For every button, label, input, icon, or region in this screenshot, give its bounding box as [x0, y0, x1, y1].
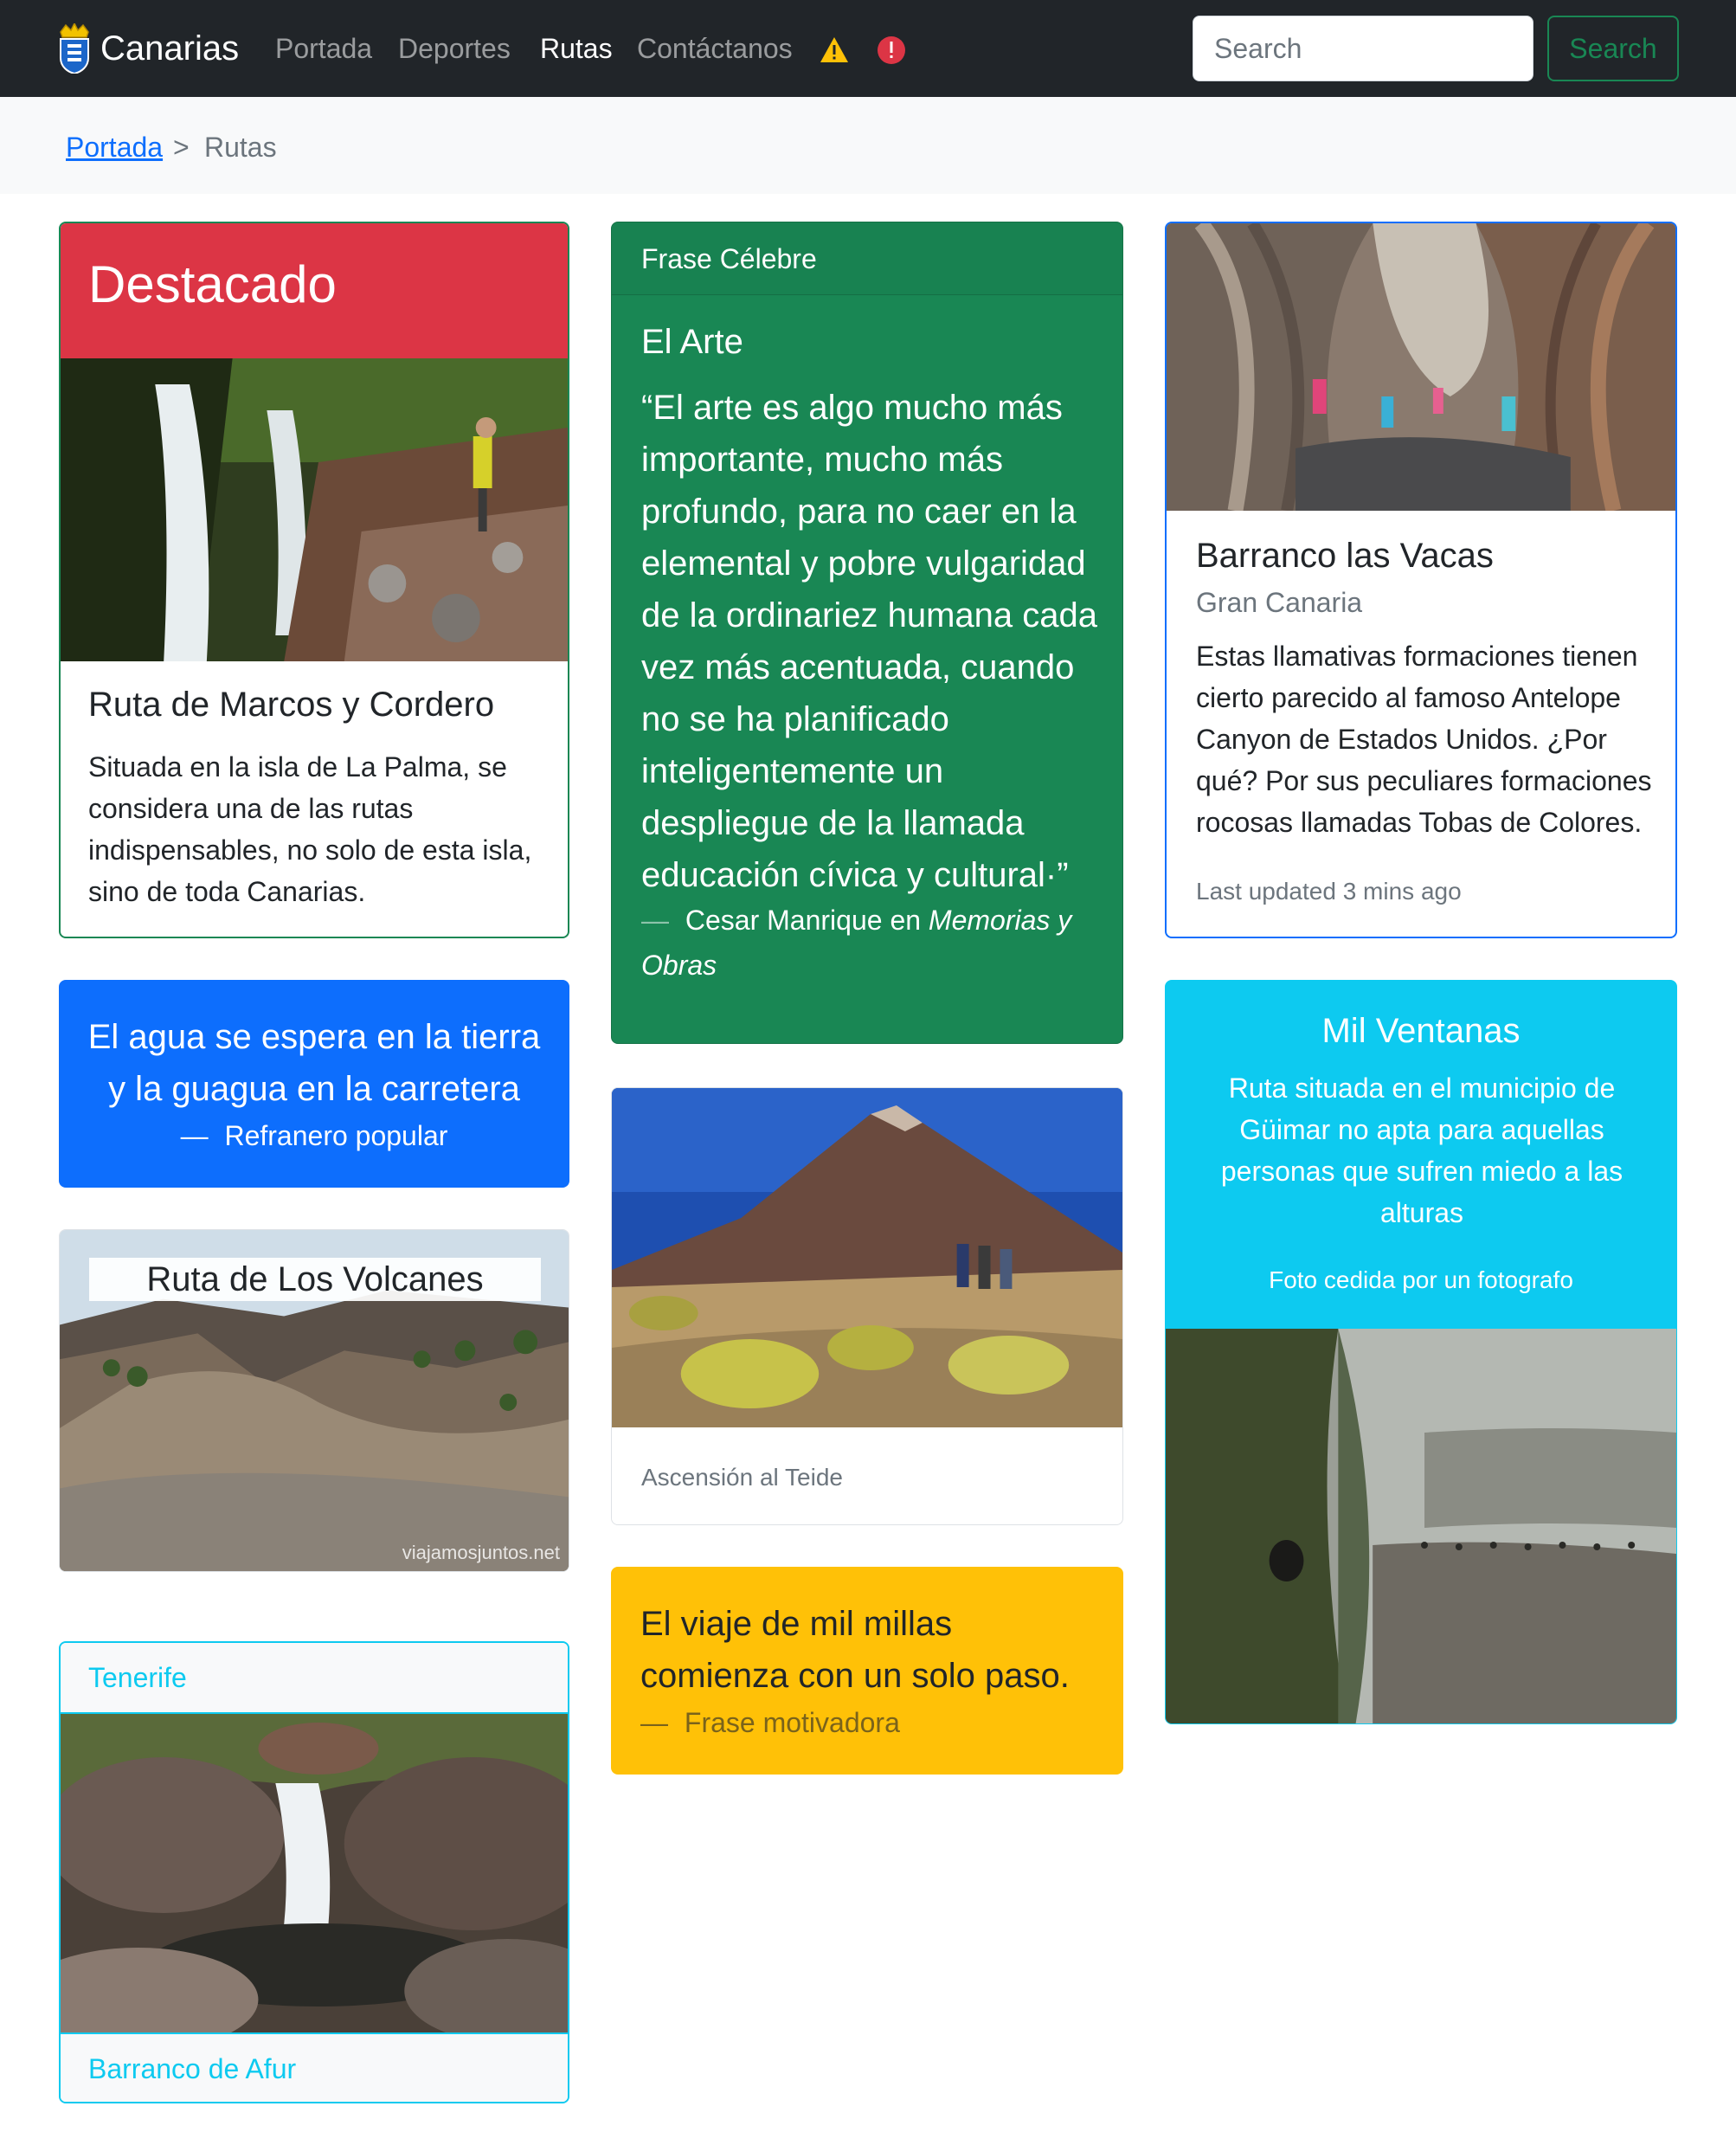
canyon-photo [1167, 223, 1675, 511]
breadcrumb-current: Rutas [204, 132, 277, 163]
proverb-quote-text: El agua se espera en la tierra y la guag… [87, 1018, 541, 1108]
nav-link-contactanos[interactable]: Contáctanos [637, 28, 793, 69]
teide-card: Ascensión al Teide [611, 1087, 1123, 1525]
motivational-quote-footer: — Frase motivadora [640, 1707, 900, 1739]
tenerife-card: Tenerife Barranco de Afur [59, 1641, 569, 2103]
nav-link-rutas[interactable]: Rutas [540, 28, 613, 69]
mil-ventanas-credit: Foto cedida por un fotografo [1269, 1266, 1573, 1293]
motivational-quote-source: Frase motivadora [684, 1707, 900, 1738]
tenerife-card-header-title: Tenerife [88, 1662, 187, 1693]
barranco-vacas-card: Barranco las Vacas Gran Canaria Estas ll… [1165, 222, 1677, 938]
search-button[interactable]: Search [1547, 16, 1679, 81]
barranco-vacas-title: Barranco las Vacas [1196, 537, 1494, 575]
volcanes-watermark: viajamosjuntos.net [402, 1542, 560, 1563]
famous-quote-footer: — Cesar Manrique en Memorias y Obras [641, 898, 1109, 988]
motivational-quote-text: El viaje de mil millas comienza con un s… [640, 1605, 1070, 1695]
famous-quote-card-header: Frase Célebre [612, 222, 1122, 295]
mil-ventanas-title: Mil Ventanas [1321, 1012, 1521, 1050]
search-input[interactable] [1193, 16, 1533, 81]
famous-quote-card-title: El Arte [641, 323, 743, 361]
featured-card: Destacado Ruta de Marcos y Cordero Situa… [59, 222, 569, 938]
motivational-quote-card: El viaje de mil millas comienza con un s… [611, 1567, 1123, 1775]
featured-card-text: Situada en la isla de La Palma, se consi… [88, 751, 532, 907]
top-navbar: Canarias Portada Deportes Rutas Contácta… [0, 0, 1736, 97]
quote-dash: — [640, 1707, 668, 1738]
nav-link-portada[interactable]: Portada [275, 28, 372, 69]
cliff-photo [1166, 1329, 1676, 1723]
proverb-quote-source: Refranero popular [224, 1120, 448, 1151]
barranco-vacas-subtitle: Gran Canaria [1196, 587, 1363, 618]
tenerife-card-header: Tenerife [61, 1643, 568, 1714]
breadcrumb-separator: > [173, 132, 190, 163]
volcanes-title: Ruta de Los Volcanes [89, 1258, 541, 1301]
featured-card-header-title: Destacado [88, 255, 337, 313]
quote-dash: — [641, 905, 669, 936]
breadcrumb: Portada > Rutas [0, 97, 1736, 194]
proverb-quote-footer: — Refranero popular [85, 1120, 543, 1152]
teide-caption: Ascensión al Teide [641, 1464, 843, 1491]
waterfall-pool-photo [61, 1714, 568, 2032]
waterfall-photo [61, 358, 568, 661]
quote-dash: — [180, 1120, 209, 1151]
canarias-coat-of-arms-icon [60, 23, 89, 74]
mil-ventanas-card: Mil Ventanas Ruta situada en el municipi… [1165, 980, 1677, 1724]
barranco-vacas-text: Estas llamativas formaciones tienen cier… [1196, 641, 1652, 838]
brand[interactable]: Canarias [57, 19, 239, 78]
famous-quote-text: “El arte es algo mucho más importante, m… [641, 389, 1098, 894]
nav-link-deportes[interactable]: Deportes [398, 28, 511, 69]
famous-quote-card-header-title: Frase Célebre [641, 243, 817, 274]
famous-quote-author: Cesar Manrique en [685, 905, 922, 936]
mil-ventanas-text: Ruta situada en el municipio de Güimar n… [1220, 1072, 1623, 1228]
featured-card-header: Destacado [61, 223, 568, 358]
brand-name: Canarias [100, 29, 240, 68]
error-icon[interactable] [876, 35, 907, 66]
tenerife-card-footer-title: Barranco de Afur [88, 2053, 297, 2084]
famous-quote-card: Frase Célebre El Arte “El arte es algo m… [611, 222, 1123, 1044]
breadcrumb-home-link[interactable]: Portada [66, 130, 163, 164]
barranco-vacas-updated: Last updated 3 mins ago [1196, 878, 1462, 905]
warning-icon[interactable] [819, 35, 850, 66]
proverb-quote-card: El agua se espera en la tierra y la guag… [59, 980, 569, 1188]
featured-card-title: Ruta de Marcos y Cordero [88, 686, 495, 724]
teide-photo [612, 1088, 1122, 1427]
tenerife-card-footer: Barranco de Afur [61, 2032, 568, 2102]
volcanes-card: Ruta de Los Volcanes viajamosjuntos.net [59, 1229, 569, 1572]
